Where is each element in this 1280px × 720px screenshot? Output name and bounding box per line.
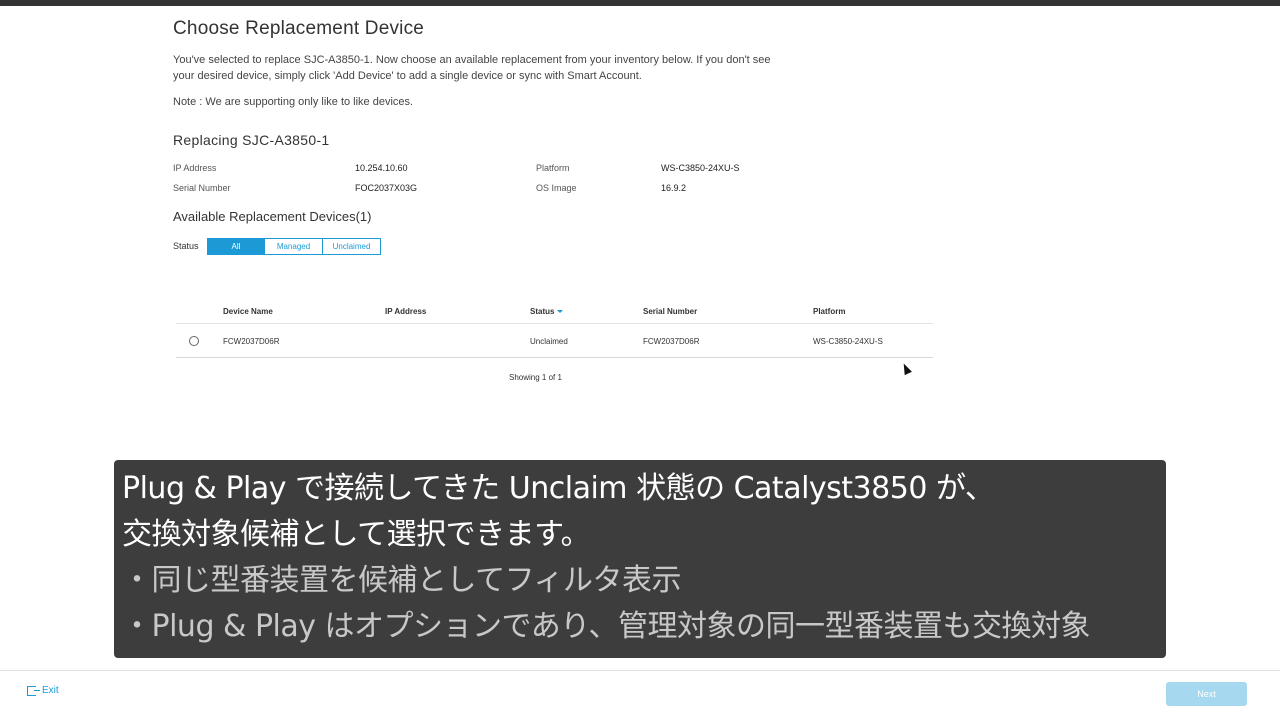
table-header: Device Name IP Address Status Serial Num…: [176, 298, 933, 324]
column-header-platform[interactable]: Platform: [813, 307, 845, 316]
top-bar: [0, 0, 1280, 6]
exit-label: Exit: [42, 685, 59, 696]
platform-value: WS-C3850-24XU-S: [661, 163, 740, 173]
serial-number-label: Serial Number: [173, 183, 231, 193]
exit-icon: [27, 685, 40, 696]
column-header-ip-address[interactable]: IP Address: [385, 307, 426, 316]
os-image-label: OS Image: [536, 183, 577, 193]
page-description: You've selected to replace SJC-A3850-1. …: [173, 54, 771, 82]
status-filter-label: Status: [173, 241, 199, 251]
row-select-radio[interactable]: [189, 336, 199, 346]
page-note: Note : We are supporting only like to li…: [173, 96, 414, 108]
cell-device-name: FCW2037D06R: [223, 337, 280, 346]
ip-address-value: 10.254.10.60: [355, 163, 408, 173]
ip-address-label: IP Address: [173, 163, 217, 173]
column-header-status-label: Status: [530, 307, 555, 316]
cell-status: Unclaimed: [530, 337, 568, 346]
replacing-title: Replacing SJC-A3850-1: [173, 132, 330, 148]
table-row[interactable]: FCW2037D06R Unclaimed FCW2037D06R WS-C38…: [176, 324, 933, 358]
filter-managed-button[interactable]: Managed: [265, 238, 323, 255]
page-title: Choose Replacement Device: [173, 18, 425, 39]
platform-label: Platform: [536, 163, 570, 173]
filter-unclaimed-button[interactable]: Unclaimed: [323, 238, 381, 255]
os-image-value: 16.9.2: [661, 183, 687, 193]
serial-number-value: FOC2037X03G: [355, 183, 418, 193]
caption-line-1: Plug & Play で接続してきた Unclaim 状態の Catalyst…: [122, 471, 995, 506]
next-button[interactable]: Next: [1166, 682, 1247, 706]
pagination-summary: Showing 1 of 1: [509, 373, 562, 382]
status-filter-group: All Managed Unclaimed: [207, 238, 381, 255]
sort-descending-icon: [557, 310, 564, 314]
caption-line-4: ・Plug & Play はオプションであり、管理対象の同一型番装置も交換対象: [122, 609, 1091, 644]
cell-platform: WS-C3850-24XU-S: [813, 337, 883, 346]
caption-line-2: 交換対象候補として選択できます。: [122, 517, 591, 552]
main-content: Choose Replacement Device You've selecte…: [173, 18, 933, 382]
filter-all-button[interactable]: All: [207, 238, 265, 255]
column-header-device-name[interactable]: Device Name: [223, 307, 273, 316]
exit-button[interactable]: Exit: [27, 685, 59, 696]
column-header-serial-number[interactable]: Serial Number: [643, 307, 697, 316]
replacement-devices-table: Device Name IP Address Status Serial Num…: [176, 298, 933, 358]
column-header-status[interactable]: Status: [530, 307, 564, 316]
available-devices-title: Available Replacement Devices(1): [173, 209, 372, 224]
cell-serial-number: FCW2037D06R: [643, 337, 700, 346]
footer-bar: [0, 670, 1280, 720]
caption-overlay: Plug & Play で接続してきた Unclaim 状態の Catalyst…: [114, 460, 1166, 658]
mouse-cursor-icon: [900, 361, 912, 376]
caption-line-3: ・同じ型番装置を候補としてフィルタ表示: [122, 563, 682, 598]
